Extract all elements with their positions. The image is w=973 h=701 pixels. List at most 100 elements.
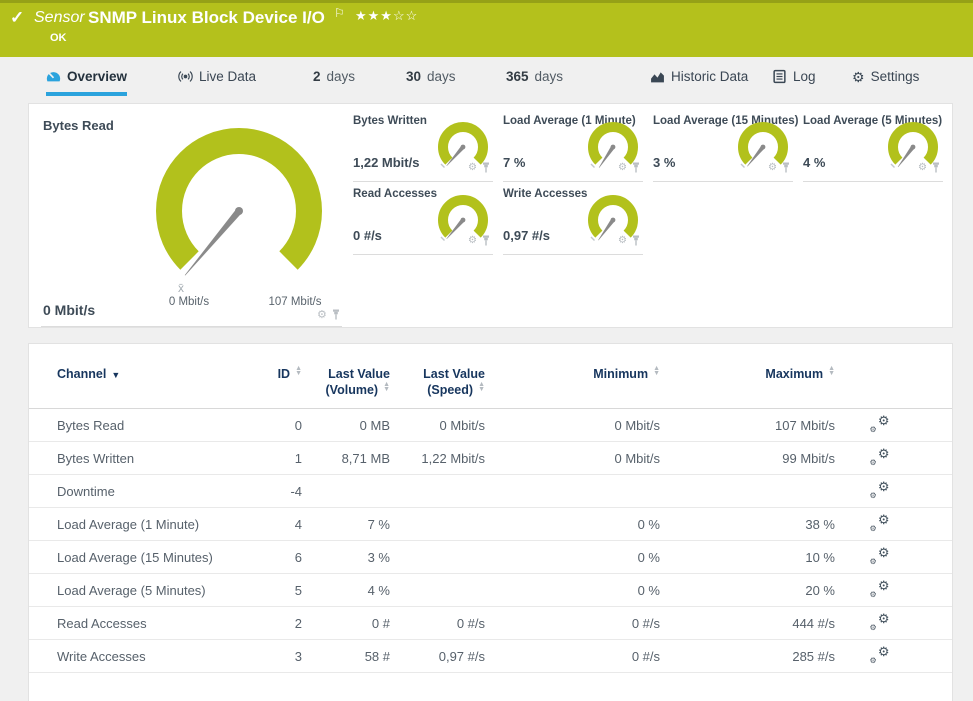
channels-table-panel: Channel▼ ID▲▼ Last Value(Volume)▲▼ Last … [28,343,953,701]
gauge-value: 1,22 Mbit/s [353,155,419,170]
stars-empty: ☆☆ [393,8,418,23]
gauge-settings-icon[interactable]: ⚙ [468,235,477,246]
gauge-value: 0 #/s [353,228,382,243]
column-label: Channel [57,367,106,381]
channel-id: 0 [247,409,302,442]
pin-icon[interactable] [931,162,941,173]
channel-id: 1 [247,442,302,475]
gauge-cell-read-accesses: Read Accesses 0 #/s ⚙ [353,184,493,255]
pin-icon[interactable] [631,162,641,173]
gauge-settings-icon[interactable]: ⚙ [618,235,627,246]
area-chart-icon [650,69,665,84]
gauge-title: Read Accesses [353,188,437,200]
sort-icon: ▲▼ [478,382,485,392]
maximum-value: 10 % [660,541,835,574]
table-row[interactable]: Load Average (5 Minutes) 5 4 % 0 % 20 % … [29,574,952,607]
tab-label: days [327,69,356,84]
tab-label: days [535,69,564,84]
channel-settings-gears-icon[interactable]: ⚙⚙ [870,547,890,565]
gauge-settings-icon[interactable]: ⚙ [618,162,627,173]
tab-label: Overview [67,69,127,84]
tab-2-days[interactable]: 2 days [313,69,355,92]
flag-icon[interactable]: ⚐ [334,6,345,20]
maximum-value [660,475,835,508]
minimum-value [485,475,660,508]
last-value-volume: 0 # [302,607,390,640]
tab-label: days [427,69,456,84]
gauge-value: 4 % [803,155,825,170]
gauge-title: Bytes Written [353,115,427,127]
last-value-volume: 7 % [302,508,390,541]
tab-365-days[interactable]: 365 days [506,69,563,92]
main-gauge-title: Bytes Read [43,118,114,133]
pin-icon[interactable] [781,162,791,173]
maximum-value: 444 #/s [660,607,835,640]
pin-icon[interactable] [481,235,491,246]
gauge-cell-load-1min: Load Average (1 Minute) 7 % ⚙ [503,111,643,182]
last-value-speed [390,475,485,508]
gauge-settings-icon[interactable]: ⚙ [918,162,927,173]
tab-30-days[interactable]: 30 days [406,69,456,92]
tab-number: 2 [313,69,321,84]
channel-id: 3 [247,640,302,673]
sort-icon: ▲▼ [653,366,660,376]
main-gauge-value: 0 Mbit/s [43,302,95,318]
ok-check-icon: ✓ [10,8,24,28]
table-row[interactable]: Load Average (1 Minute) 4 7 % 0 % 38 % ⚙… [29,508,952,541]
channel-settings-gears-icon[interactable]: ⚙⚙ [870,514,890,532]
pin-icon[interactable] [331,309,341,320]
column-header-maximum[interactable]: Maximum▲▼ [660,344,835,409]
tab-historic-data[interactable]: Historic Data [650,69,748,92]
pin-icon[interactable] [631,235,641,246]
channel-id: 5 [247,574,302,607]
channel-settings-gears-icon[interactable]: ⚙⚙ [870,448,890,466]
tab-live-data[interactable]: Live Data [178,69,256,92]
column-header-last-value-speed[interactable]: Last Value(Speed)▲▼ [390,344,485,409]
minimum-value: 0 Mbit/s [485,442,660,475]
tab-label: Live Data [199,69,256,84]
table-row[interactable]: Downtime -4 ⚙⚙ [29,475,952,508]
tab-settings[interactable]: ⚙ Settings [852,69,919,92]
column-header-last-value-volume[interactable]: Last Value(Volume)▲▼ [302,344,390,409]
channel-settings-gears-icon[interactable]: ⚙⚙ [870,481,890,499]
gauge-settings-icon[interactable]: ⚙ [317,308,327,321]
tab-overview[interactable]: Overview [46,69,127,96]
table-row[interactable]: Write Accesses 3 58 # 0,97 #/s 0 #/s 285… [29,640,952,673]
column-header-actions [835,344,952,409]
gauge-cell-load-15min: Load Average (15 Minutes) 3 % ⚙ [653,111,793,182]
column-label: (Speed) [427,383,473,397]
table-row[interactable]: Load Average (15 Minutes) 6 3 % 0 % 10 %… [29,541,952,574]
gauge-scale-max: 107 Mbit/s [268,296,321,308]
table-row[interactable]: Read Accesses 2 0 # 0 #/s 0 #/s 444 #/s … [29,607,952,640]
tab-log[interactable]: Log [772,69,816,92]
tab-label: Settings [871,69,920,84]
stars-filled: ★★★ [355,8,393,23]
sensor-kind-label: Sensor [34,9,85,27]
table-row[interactable]: Bytes Written 1 8,71 MB 1,22 Mbit/s 0 Mb… [29,442,952,475]
channel-settings-gears-icon[interactable]: ⚙⚙ [870,646,890,664]
channel-settings-gears-icon[interactable]: ⚙⚙ [870,613,890,631]
sort-desc-icon: ▼ [111,370,120,380]
maximum-value: 99 Mbit/s [660,442,835,475]
gauge-settings-icon[interactable]: ⚙ [468,162,477,173]
column-label: ID [278,367,291,381]
tab-label: Historic Data [671,69,748,84]
channel-id: 2 [247,607,302,640]
column-header-channel[interactable]: Channel ▼ [29,344,247,409]
column-header-minimum[interactable]: Minimum▲▼ [485,344,660,409]
pin-icon[interactable] [481,162,491,173]
channel-settings-gears-icon[interactable]: ⚙⚙ [870,580,890,598]
channel-name: Downtime [29,475,247,508]
channel-name: Bytes Read [29,409,247,442]
minimum-value: 0 Mbit/s [485,409,660,442]
minimum-value: 0 % [485,508,660,541]
channel-settings-gears-icon[interactable]: ⚙⚙ [870,415,890,433]
gauge-settings-icon[interactable]: ⚙ [768,162,777,173]
priority-stars[interactable]: ★★★☆☆ [355,8,418,24]
last-value-volume: 4 % [302,574,390,607]
last-value-speed: 0 #/s [390,607,485,640]
column-header-id[interactable]: ID▲▼ [247,344,302,409]
channels-table: Channel▼ ID▲▼ Last Value(Volume)▲▼ Last … [29,344,952,673]
table-row[interactable]: Bytes Read 0 0 MB 0 Mbit/s 0 Mbit/s 107 … [29,409,952,442]
last-value-volume: 3 % [302,541,390,574]
